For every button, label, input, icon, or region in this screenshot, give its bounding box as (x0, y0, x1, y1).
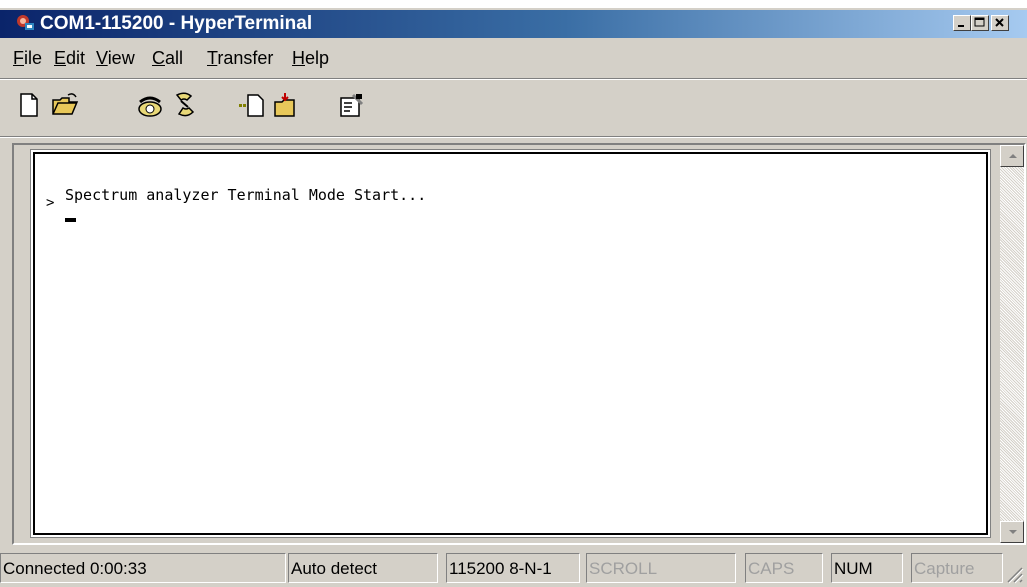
vertical-scrollbar[interactable] (1000, 145, 1024, 543)
status-bar: Connected 0:00:33 Auto detect 115200 8-N… (0, 550, 1027, 587)
status-port-settings: 115200 8-N-1 (446, 553, 580, 583)
menu-label: all (165, 48, 184, 68)
status-capture: Capture (911, 553, 1003, 583)
menu-mnemonic: F (13, 48, 24, 68)
call-phone-icon (138, 96, 162, 117)
open-folder-icon (52, 93, 79, 115)
receive-button[interactable] (270, 89, 298, 121)
menu-mnemonic: V (96, 48, 108, 68)
status-detect: Auto detect (288, 553, 438, 583)
close-button[interactable] (991, 15, 1009, 31)
menu-mnemonic: H (292, 48, 305, 68)
maximize-button[interactable] (971, 15, 989, 31)
disconnect-phone-icon (175, 92, 195, 117)
minimize-button[interactable] (953, 15, 971, 31)
menu-label: ile (24, 48, 43, 68)
menu-transfer[interactable]: Transfer (207, 46, 273, 70)
menu-label: elp (305, 48, 330, 68)
hyperterminal-app-icon[interactable] (16, 13, 36, 33)
menu-mnemonic: C (152, 48, 165, 68)
properties-icon (340, 93, 364, 117)
new-document-icon (20, 93, 38, 117)
send-file-icon (239, 94, 264, 117)
terminal-cursor (65, 218, 76, 222)
scroll-up-button[interactable] (1000, 145, 1024, 167)
call-button[interactable] (135, 89, 163, 121)
toolbar-divider (0, 136, 1027, 138)
new-connection-button[interactable] (15, 89, 43, 121)
status-scroll: SCROLL (586, 553, 736, 583)
status-caps: CAPS (745, 553, 823, 583)
menu-help[interactable]: Help (292, 46, 329, 70)
arrow-down-icon (1009, 530, 1017, 534)
maximize-icon (974, 17, 985, 27)
toolbar (0, 80, 1027, 132)
menu-call[interactable]: Call (152, 46, 183, 70)
window-title: COM1-115200 - HyperTerminal (40, 13, 313, 34)
terminal-prompt: > (46, 195, 55, 211)
menu-label: ransfer (217, 48, 274, 68)
title-bar[interactable]: COM1-115200 - HyperTerminal (0, 10, 1027, 38)
menu-view[interactable]: View (96, 46, 135, 70)
terminal-output-line: Spectrum analyzer Terminal Mode Start... (65, 186, 427, 204)
menu-file[interactable]: File (13, 46, 42, 70)
menu-bar: File Edit View Call Transfer Help (0, 40, 1027, 76)
menu-edit[interactable]: Edit (54, 46, 85, 70)
scroll-down-button[interactable] (1000, 521, 1024, 543)
menu-label: iew (107, 48, 135, 68)
properties-button[interactable] (336, 89, 364, 121)
menu-mnemonic: E (54, 48, 67, 68)
send-button[interactable] (236, 89, 264, 121)
status-num: NUM (831, 553, 903, 583)
resize-grip-icon[interactable] (1004, 564, 1024, 584)
open-button[interactable] (49, 89, 79, 121)
status-connected: Connected 0:00:33 (0, 553, 286, 583)
minimize-icon (958, 25, 964, 27)
receive-file-icon (274, 93, 295, 117)
menu-mnemonic: T (207, 48, 218, 68)
menu-label: dit (66, 48, 86, 68)
terminal-screen[interactable]: Spectrum analyzer Terminal Mode Start...… (33, 152, 988, 535)
arrow-up-icon (1009, 154, 1017, 158)
close-icon (995, 18, 1004, 27)
disconnect-button[interactable] (169, 89, 197, 121)
